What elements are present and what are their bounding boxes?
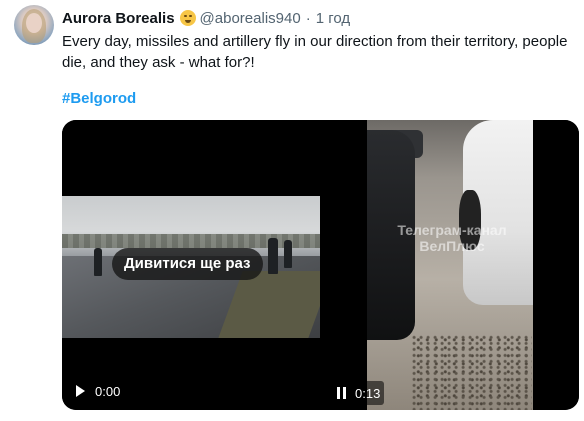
video-watermark: Телеграм-канал ВелПлюс	[397, 222, 507, 254]
separator-dot: ·	[305, 9, 311, 27]
shushing-face-emoji-icon	[179, 10, 196, 26]
avatar[interactable]	[14, 5, 54, 45]
tweet-header: Aurora Borealis @aborealis940 · 1 год	[62, 8, 350, 28]
video-player-2[interactable]: Телеграм-канал ВелПлюс 0:13	[321, 120, 579, 410]
video-1-time: 0:00	[95, 383, 121, 399]
tweet-time[interactable]: 1 год	[316, 10, 350, 27]
video-player-1[interactable]: Дивитися ще раз 0:00	[62, 120, 320, 410]
author-name[interactable]: Aurora Borealis	[62, 10, 175, 27]
video-2-controls: 0:13	[333, 381, 385, 405]
rewatch-button[interactable]: Дивитися ще раз	[112, 248, 263, 280]
media-grid: Дивитися ще раз 0:00 Телеграм-канал ВелП…	[62, 120, 579, 410]
hashtag-link[interactable]: #Belgorod	[62, 90, 136, 107]
video-2-time: 0:13	[355, 385, 381, 401]
play-icon[interactable]	[76, 385, 85, 397]
author-handle[interactable]: @aborealis940	[200, 10, 301, 27]
avatar-face	[26, 13, 42, 33]
tweet-text: Every day, missiles and artillery fly in…	[62, 33, 568, 71]
pause-icon[interactable]	[337, 387, 346, 399]
video-2-frame: Телеграм-канал ВелПлюс	[367, 120, 533, 410]
video-1-controls: 0:00	[76, 381, 120, 401]
